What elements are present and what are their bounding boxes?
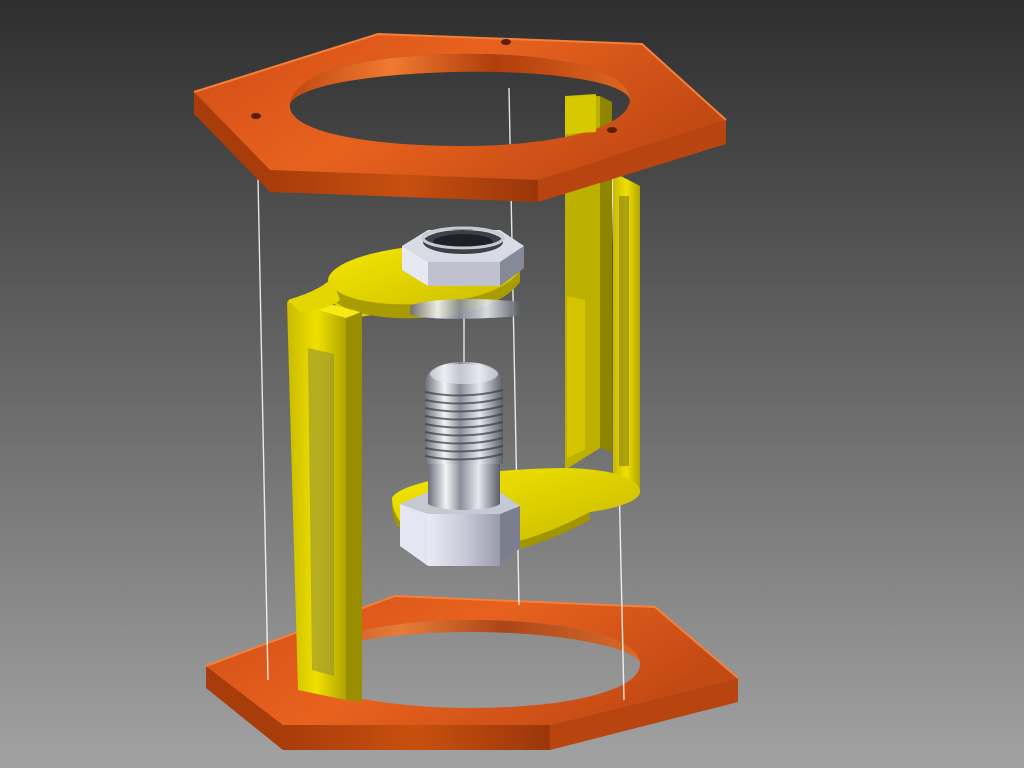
mounting-hole bbox=[501, 39, 511, 45]
cad-viewport[interactable] bbox=[0, 0, 1024, 768]
mounting-hole bbox=[251, 113, 261, 119]
exploded-assembly-render bbox=[0, 0, 1024, 768]
hex-nut[interactable] bbox=[402, 226, 524, 319]
background bbox=[0, 0, 1024, 768]
mounting-hole bbox=[607, 127, 617, 133]
yellow-c-frame-upper-right bbox=[565, 94, 596, 134]
